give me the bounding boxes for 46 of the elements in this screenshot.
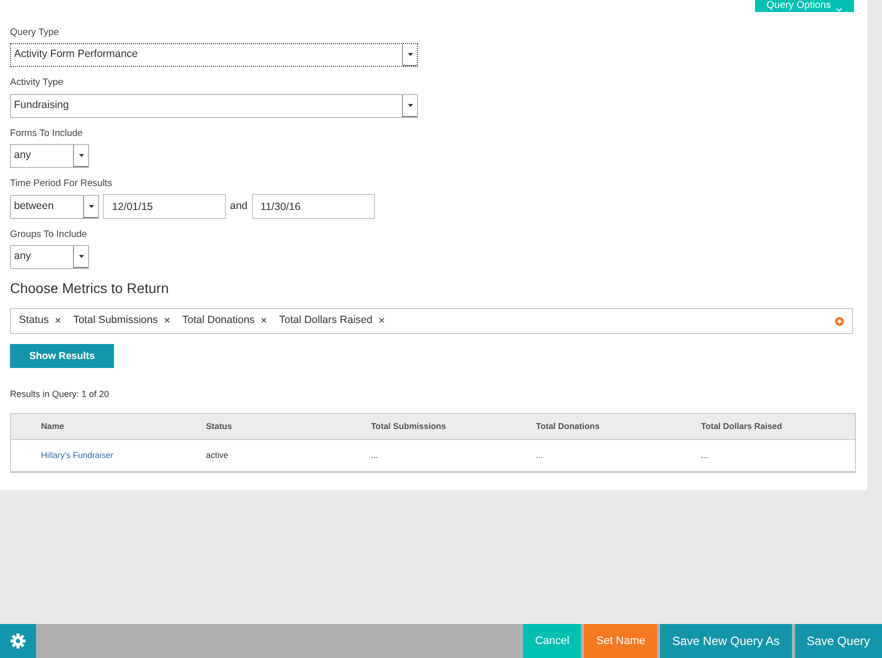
caret-icon <box>402 94 417 116</box>
caret-icon <box>402 44 417 66</box>
footer-button[interactable]: Save Query <box>794 624 882 658</box>
metric-tag: Total Dollars Raised <box>279 313 372 330</box>
activity-link[interactable]: Hillary's Fundraiser <box>41 450 114 460</box>
gear-icon <box>10 633 26 649</box>
section-heading: Choose Metrics to Return <box>10 279 170 298</box>
show-results-button[interactable]: Show Results <box>10 344 114 368</box>
table-cell-text: ... <box>371 448 380 462</box>
column-header: Status <box>206 420 233 433</box>
field-label: Activity Type <box>10 76 64 90</box>
caret-icon <box>73 246 88 268</box>
dropdown[interactable]: between <box>10 194 99 218</box>
metric-tag: Status <box>19 313 49 330</box>
date-field[interactable]: 12/01/15 <box>103 194 226 219</box>
dropdown[interactable]: any <box>10 245 89 270</box>
remove-tag-button[interactable]: × <box>54 313 62 330</box>
remove-tag-button[interactable]: × <box>378 313 385 330</box>
dropdown[interactable]: Fundraising <box>10 94 418 118</box>
table-cell-text: active <box>206 448 230 462</box>
add-icon[interactable] <box>835 316 844 326</box>
column-header: Total Dollars Raised <box>701 420 782 433</box>
field-label: Groups To Include <box>10 228 88 242</box>
results-count: Results in Query: 1 of 20 <box>10 388 110 402</box>
footer-button[interactable]: Save New Query As <box>660 624 792 658</box>
column-header: Name <box>40 420 66 433</box>
caret-icon <box>83 196 98 218</box>
metrics-field[interactable]: Status × Total Submissions × Total Donations × Total Dollars Raised × <box>10 308 853 334</box>
column-header: Total Donations <box>536 420 601 433</box>
field-label: Time Period For Results <box>10 176 114 191</box>
joiner-text: and <box>230 198 248 214</box>
field-label: Query Type <box>10 26 60 40</box>
dropdown[interactable]: Activity Form Performance <box>10 43 418 68</box>
metric-tag: Total Donations <box>182 313 255 330</box>
table-cell: ... <box>701 448 708 462</box>
remove-tag-button[interactable]: × <box>260 313 268 330</box>
caret-icon <box>836 8 842 12</box>
date-field[interactable]: 11/30/16 <box>252 194 375 219</box>
field-label: Forms To Include <box>10 126 84 140</box>
caret-icon <box>73 144 88 167</box>
metric-tag: Total Submissions <box>73 313 158 330</box>
remove-tag-button[interactable]: × <box>164 313 170 330</box>
table-cell-text: ... <box>536 448 544 462</box>
dropdown[interactable]: any <box>10 144 89 168</box>
settings-button[interactable] <box>0 624 36 658</box>
column-header: Total Submissions <box>371 420 447 433</box>
